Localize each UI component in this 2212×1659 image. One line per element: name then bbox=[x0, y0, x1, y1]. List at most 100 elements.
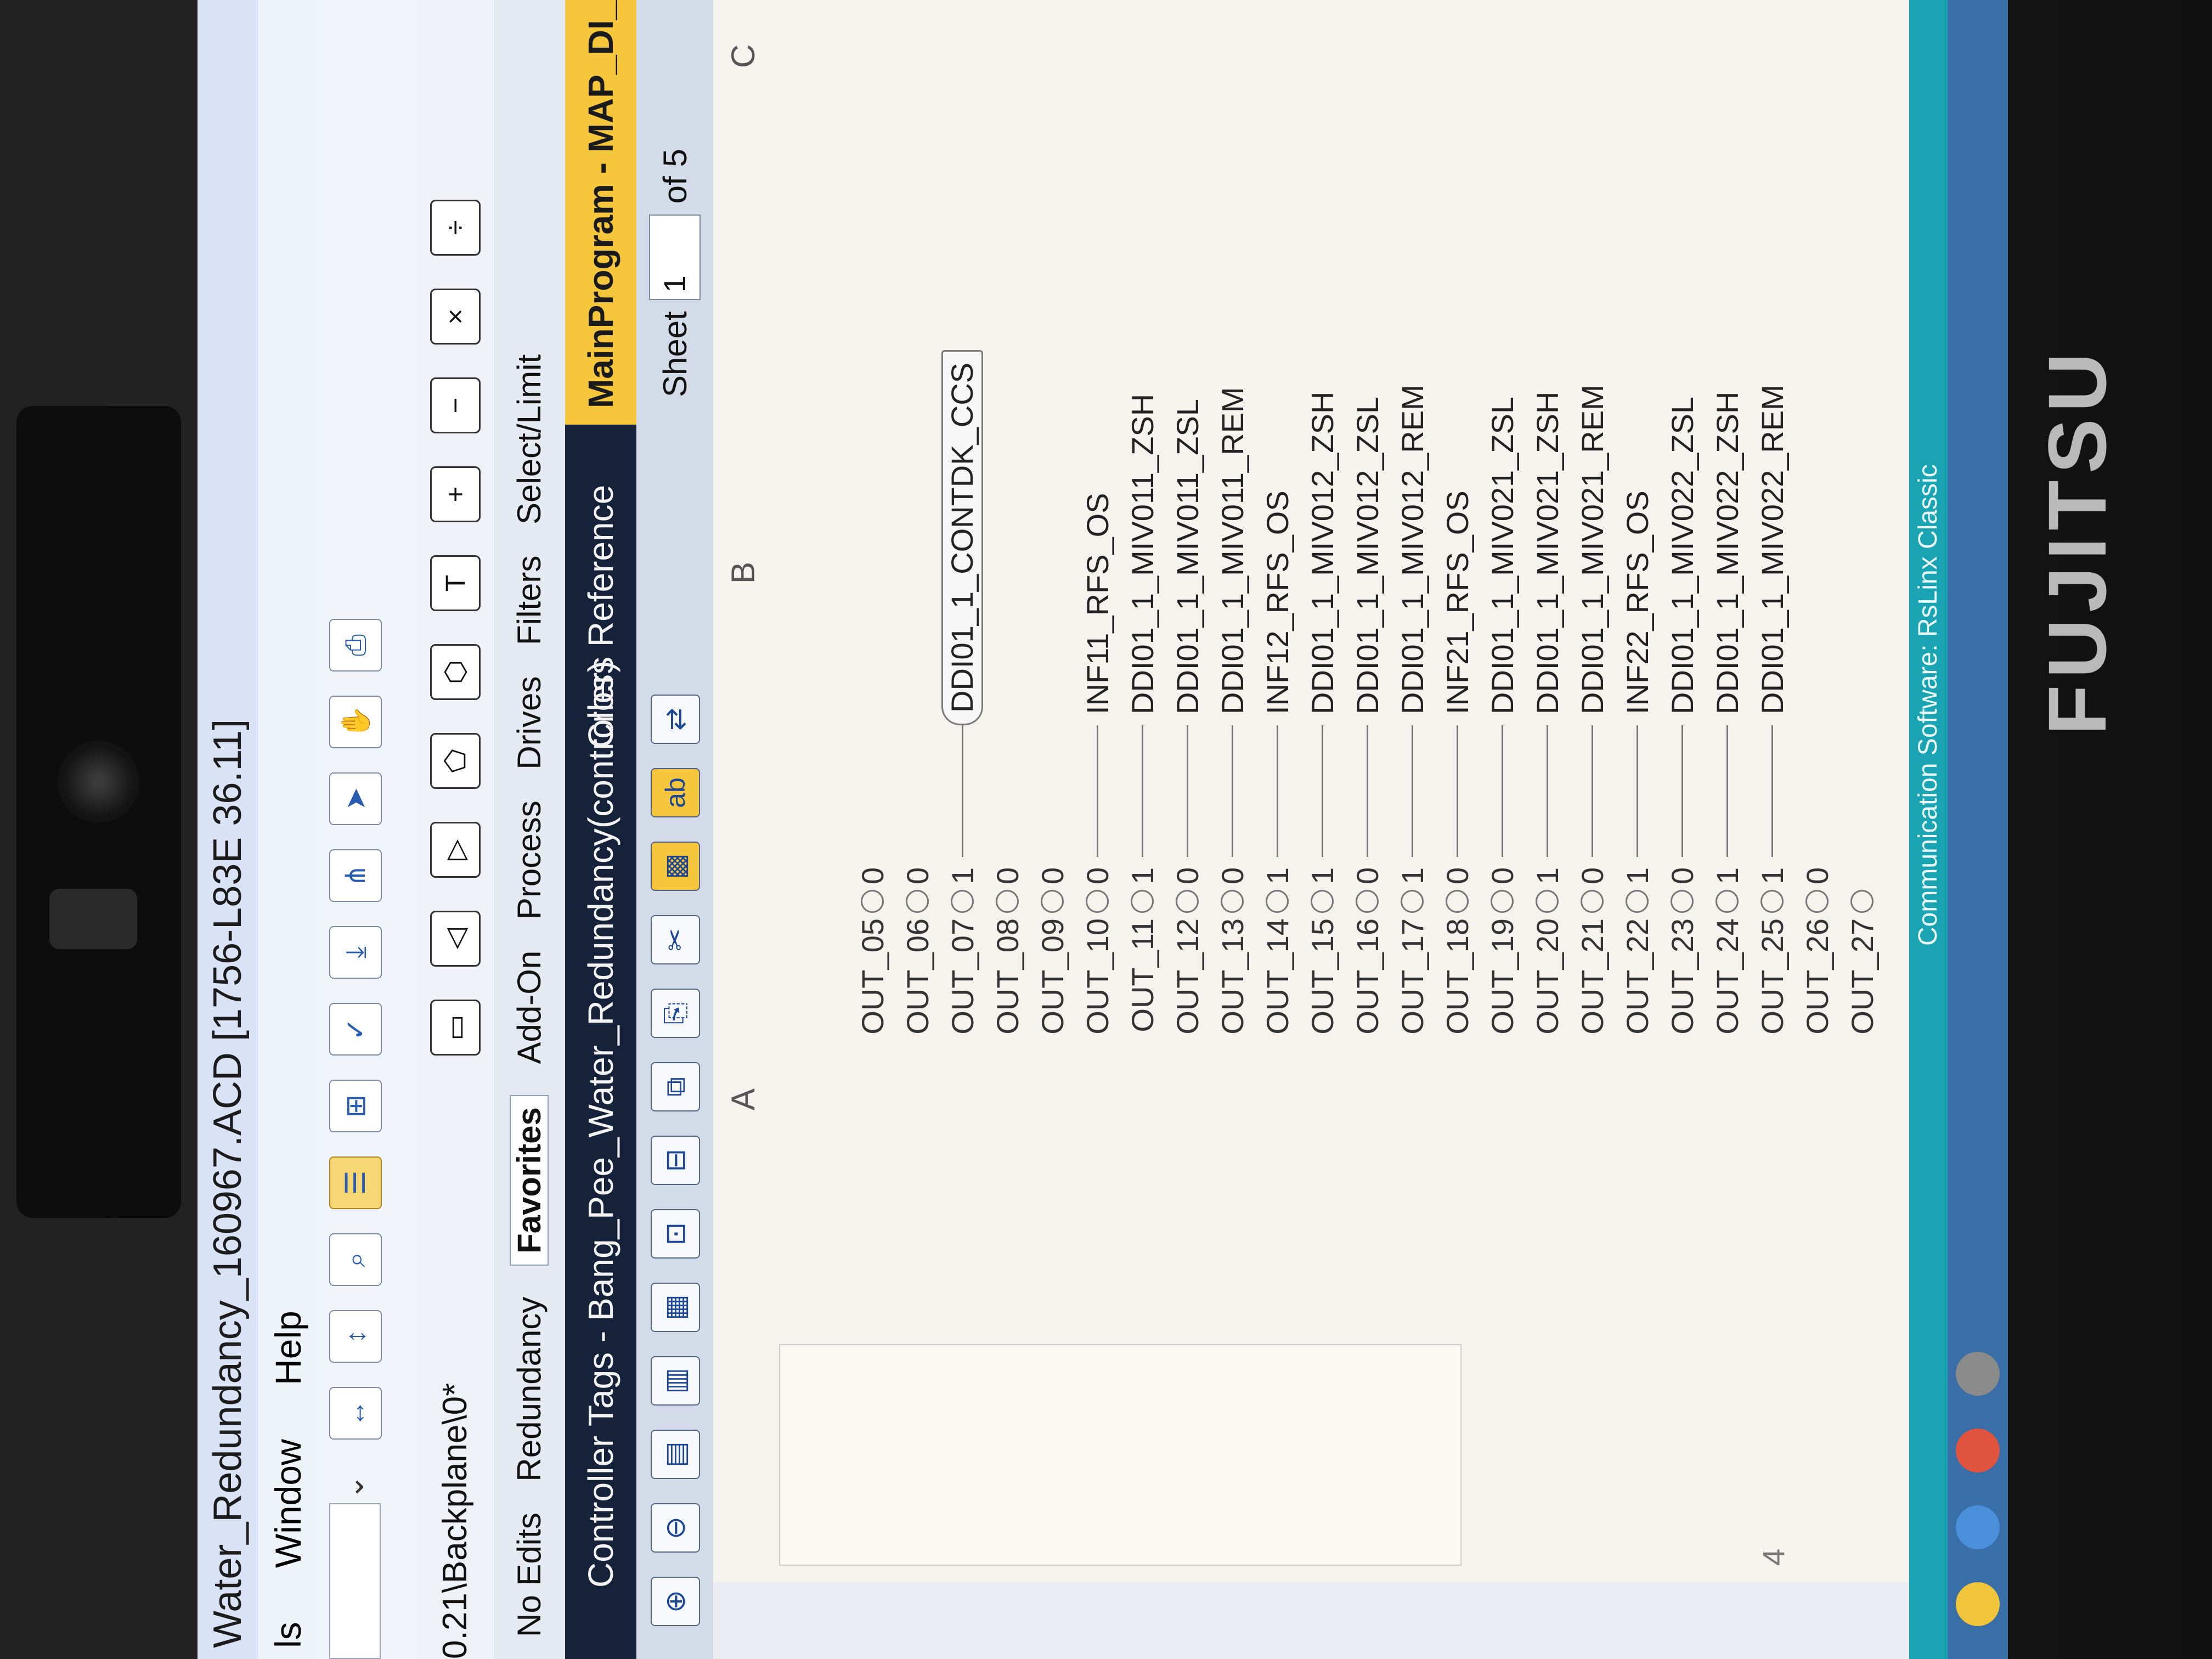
pin-icon[interactable] bbox=[1760, 890, 1784, 913]
controller-organizer-icon[interactable]: ☰ bbox=[329, 1156, 382, 1209]
grid-icon[interactable]: ▩ bbox=[651, 842, 700, 891]
subtract-icon[interactable]: − bbox=[430, 377, 481, 433]
page-icon[interactable]: ▤ bbox=[651, 1430, 700, 1479]
tab-favorites[interactable]: Favorites bbox=[510, 1095, 549, 1266]
tab-add-on[interactable]: Add-On bbox=[511, 951, 548, 1064]
pin-icon[interactable] bbox=[1176, 890, 1199, 913]
pin-icon[interactable] bbox=[1581, 890, 1604, 913]
pin-icon[interactable] bbox=[1401, 890, 1424, 913]
sheet-icon[interactable]: ▦ bbox=[651, 1283, 700, 1332]
divide-icon[interactable]: ÷ bbox=[430, 200, 481, 256]
pin-icon[interactable] bbox=[1536, 890, 1559, 913]
pin-icon[interactable] bbox=[996, 890, 1019, 913]
table-row[interactable]: OUT_05 0 bbox=[850, 857, 894, 1045]
pin-icon[interactable] bbox=[1356, 890, 1379, 913]
tab-select-limit[interactable]: Select/Limit bbox=[511, 354, 548, 524]
table-row[interactable]: OUT_27 bbox=[1840, 857, 1884, 1045]
cut-icon[interactable]: ✂ bbox=[651, 915, 700, 964]
output-tag[interactable]: DDI01_1_MIV022_ZSL bbox=[1664, 397, 1700, 725]
output-tag[interactable]: DDI01_1_MIV012_REM bbox=[1395, 385, 1430, 725]
output-tag[interactable]: DDI01_1_CONTDK_CCS bbox=[941, 350, 983, 725]
pin-icon[interactable] bbox=[951, 890, 974, 913]
new-sheet-icon[interactable]: ⊡ bbox=[651, 1209, 700, 1259]
tab-process[interactable]: Process bbox=[511, 800, 548, 919]
table-row[interactable]: OUT_12 0 DDI01_1_MIV011_ZSL bbox=[1165, 399, 1209, 1045]
step-forward-icon[interactable]: ↔ bbox=[329, 1387, 382, 1440]
pin-icon[interactable] bbox=[1221, 890, 1244, 913]
output-tag[interactable]: INF11_RFS_OS bbox=[1080, 493, 1115, 725]
text-box-icon[interactable]: T bbox=[430, 555, 481, 611]
input-wire-icon[interactable]: ⬠ bbox=[430, 733, 481, 789]
pin-icon[interactable] bbox=[1626, 890, 1649, 913]
table-row[interactable]: OUT_21 0 DDI01_1_MIV021_REM bbox=[1570, 385, 1614, 1045]
delete-sheet-icon[interactable]: ⊟ bbox=[651, 1136, 700, 1185]
tab-cross-reference[interactable]: Cross Reference bbox=[565, 469, 636, 765]
tab-controller-tags[interactable]: Controller Tags - Bang_Pee_Water_Redunda… bbox=[565, 644, 636, 1604]
tree-icon[interactable]: ⊞ bbox=[329, 1080, 382, 1132]
table-row[interactable]: OUT_14 1 INF12_RFS_OS bbox=[1255, 490, 1299, 1045]
chevron-down-icon[interactable]: ⌄ bbox=[335, 1474, 371, 1500]
table-row[interactable]: OUT_15 1 DDI01_1_MIV012_ZSH bbox=[1300, 392, 1344, 1045]
add-block-icon[interactable]: ▭ bbox=[430, 1000, 481, 1056]
mail-icon[interactable] bbox=[1956, 1505, 2000, 1549]
table-row[interactable]: OUT_10 0 INF11_RFS_OS bbox=[1075, 493, 1119, 1045]
output-ref-icon[interactable]: ▷ bbox=[430, 822, 481, 878]
text-format-icon[interactable]: ab bbox=[651, 768, 700, 817]
table-row[interactable]: OUT_07 1 DDI01_1_CONTDK_CCS bbox=[940, 350, 984, 1045]
pin-icon[interactable] bbox=[861, 890, 884, 913]
page-multi-icon[interactable]: ▥ bbox=[651, 1356, 700, 1406]
find-icon[interactable]: ⌕ bbox=[329, 1233, 382, 1286]
table-row[interactable]: OUT_24 1 DDI01_1_MIV022_ZSH bbox=[1705, 392, 1749, 1045]
combo-box[interactable] bbox=[329, 1503, 381, 1659]
fbd-canvas[interactable]: A B C 3 4 OUT_050OUT_060OUT_071DDI01_1_C… bbox=[713, 0, 2008, 1582]
zoom-in-icon[interactable]: ⊕ bbox=[651, 1577, 700, 1626]
pointer-icon[interactable]: ➤ bbox=[329, 772, 382, 825]
output-tag[interactable]: DDI01_1_MIV012_ZSH bbox=[1305, 392, 1340, 725]
table-row[interactable]: OUT_19 0 DDI01_1_MIV021_ZSL bbox=[1480, 397, 1524, 1045]
table-row[interactable]: OUT_23 0 DDI01_1_MIV022_ZSL bbox=[1660, 397, 1704, 1045]
output-tag[interactable]: DDI01_1_MIV022_ZSH bbox=[1709, 392, 1745, 725]
paste-icon[interactable]: ⎘ bbox=[651, 989, 700, 1038]
replace-icon[interactable]: ⇄ bbox=[651, 695, 700, 744]
pin-icon[interactable] bbox=[1716, 890, 1739, 913]
pin-icon[interactable] bbox=[1850, 890, 1874, 913]
table-row[interactable]: OUT_08 0 bbox=[985, 857, 1029, 1045]
multiply-icon[interactable]: × bbox=[430, 289, 481, 345]
table-row[interactable]: OUT_22 1 INF22_RFS_OS bbox=[1615, 490, 1659, 1045]
table-row[interactable]: OUT_16 0 DDI01_1_MIV012_ZSL bbox=[1345, 397, 1389, 1045]
output-tag[interactable]: INF21_RFS_OS bbox=[1440, 490, 1475, 725]
pin-icon[interactable] bbox=[1446, 890, 1469, 913]
menu-item-tools[interactable]: ls bbox=[268, 1622, 308, 1648]
pin-icon[interactable] bbox=[906, 890, 929, 913]
pin-icon[interactable] bbox=[1311, 890, 1334, 913]
output-tag[interactable]: DDI01_1_MIV012_ZSL bbox=[1350, 397, 1385, 725]
table-row[interactable]: OUT_20 1 DDI01_1_MIV021_ZSH bbox=[1525, 392, 1569, 1045]
table-row[interactable]: OUT_18 0 INF21_RFS_OS bbox=[1435, 490, 1479, 1045]
input-ref-icon[interactable]: ◁ bbox=[430, 911, 481, 967]
table-row[interactable]: OUT_06 0 bbox=[895, 857, 939, 1045]
sheet-select[interactable]: 1 bbox=[649, 215, 701, 301]
verify-icon[interactable]: ✓ bbox=[329, 1003, 382, 1056]
pin-icon[interactable] bbox=[1086, 890, 1109, 913]
zoom-out-icon[interactable]: ⊖ bbox=[651, 1503, 700, 1553]
pin-icon[interactable] bbox=[1671, 890, 1694, 913]
table-row[interactable]: OUT_09 0 bbox=[1030, 857, 1074, 1045]
tab-drives[interactable]: Drives bbox=[511, 676, 548, 770]
pin-icon[interactable] bbox=[1266, 890, 1289, 913]
output-tag[interactable]: DDI01_1_MIV021_ZSL bbox=[1485, 397, 1520, 725]
pin-icon[interactable] bbox=[1131, 890, 1154, 913]
pin-icon[interactable] bbox=[1805, 890, 1829, 913]
tab-main-program[interactable]: MainProgram - MAP_DI_PLC bbox=[565, 0, 636, 425]
start-icon[interactable] bbox=[1956, 1582, 2000, 1626]
output-wire-icon[interactable]: ⬡ bbox=[430, 644, 481, 700]
output-tag[interactable]: INF22_RFS_OS bbox=[1620, 490, 1655, 725]
hand-icon[interactable]: ✋ bbox=[329, 696, 382, 748]
output-tag[interactable]: DDI01_1_MIV011_REM bbox=[1215, 387, 1250, 725]
tab-filters[interactable]: Filters bbox=[511, 556, 548, 645]
menu-item-help[interactable]: Help bbox=[268, 1311, 308, 1385]
table-row[interactable]: OUT_26 0 bbox=[1795, 857, 1839, 1045]
menu-item-window[interactable]: Window bbox=[268, 1439, 308, 1568]
pin-icon[interactable] bbox=[1491, 890, 1514, 913]
pin-icon[interactable] bbox=[1041, 890, 1064, 913]
output-tag[interactable]: INF12_RFS_OS bbox=[1260, 490, 1295, 725]
